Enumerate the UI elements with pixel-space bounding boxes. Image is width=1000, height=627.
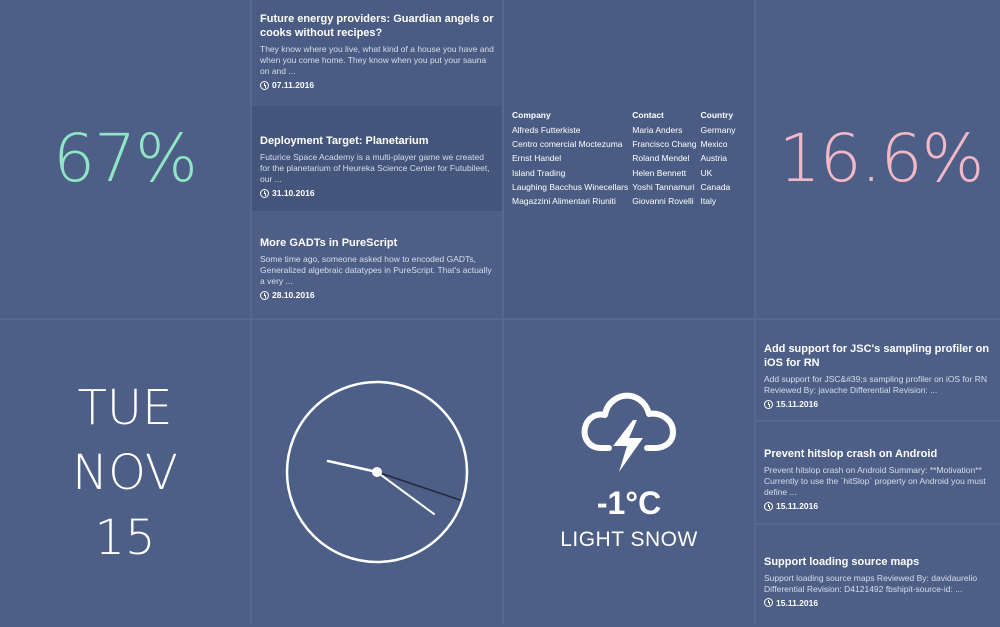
commit-date-text: 15.11.2016 — [776, 597, 819, 608]
commit-date: 15.11.2016 — [764, 598, 998, 608]
date-tile: TUE NOV 15 — [0, 320, 250, 627]
cell-company: Centro comercial Moctezuma — [512, 138, 623, 149]
commit-message: Support loading source maps Reviewed By:… — [764, 572, 978, 594]
stat-tile-left: 67% — [0, 0, 250, 318]
commit-title: Add support for JSC's sampling profiler … — [764, 343, 990, 369]
clock-hour-hand — [326, 459, 379, 474]
weather-tile: -1°C LIGHT SNOW — [504, 320, 754, 627]
table-row: Laughing Bacchus Winecellars Yoshi Tanna… — [512, 181, 739, 195]
news-date: 07.11.2016 — [260, 80, 494, 90]
weather-condition: LIGHT SNOW — [560, 528, 698, 551]
news-date: 31.10.2016 — [260, 188, 494, 198]
news-date: 28.10.2016 — [260, 290, 494, 300]
clock-icon — [764, 598, 773, 608]
clock-center — [372, 467, 382, 477]
date-day: 15 — [94, 510, 156, 566]
stat-tile-right: 16.6% — [756, 0, 1000, 318]
cell-contact: Giovanni Rovelli — [632, 196, 694, 207]
cell-company: Ernst Handel — [512, 153, 562, 164]
dashboard-grid: 67% Future energy providers: Guardian an… — [0, 0, 1000, 627]
column-header-company: Company — [512, 109, 551, 120]
commit-item[interactable]: Support loading source maps Support load… — [756, 524, 1000, 627]
cloud-lightning-icon — [581, 392, 676, 472]
date-weekday: TUE — [77, 380, 173, 436]
clock-icon — [260, 290, 269, 300]
news-title: More GADTs in PureScript — [260, 237, 398, 249]
news-item[interactable]: More GADTs in PureScript Some time ago, … — [252, 211, 502, 318]
column-header-country: Country — [700, 109, 734, 120]
clock-icon — [764, 501, 773, 511]
clock-icon — [260, 188, 269, 198]
cell-country: Austria — [700, 153, 727, 164]
cell-company: Magazzini Alimentari Riuniti — [512, 196, 616, 207]
clock-icon — [260, 80, 269, 90]
news-date-text: 28.10.2016 — [272, 290, 315, 300]
percent-right: 16.6% — [778, 120, 985, 197]
cell-country: Germany — [700, 124, 736, 135]
cell-contact: Francisco Chang — [632, 138, 697, 149]
news-item[interactable]: Deployment Target: Planetarium Futurice … — [252, 106, 502, 211]
table-header-row: Company Contact Country — [512, 109, 739, 124]
customers-table-tile: Company Contact Country Alfreds Futterki… — [504, 0, 754, 318]
commits-tile: Add support for JSC's sampling profiler … — [756, 320, 1000, 627]
table-row: Centro comercial Moctezuma Francisco Cha… — [512, 138, 739, 152]
commit-date: 15.11.2016 — [764, 501, 998, 511]
analog-clock — [285, 380, 469, 564]
commit-date: 15.11.2016 — [764, 399, 998, 409]
commit-item[interactable]: Add support for JSC's sampling profiler … — [756, 320, 1000, 421]
commit-message: Add support for JSC&#39;s sampling profi… — [764, 374, 987, 395]
customers-table: Company Contact Country Alfreds Futterki… — [512, 109, 739, 210]
cell-contact: Maria Anders — [632, 124, 683, 135]
clock-minute-hand — [376, 471, 435, 515]
cell-contact: Helen Bennett — [632, 167, 687, 178]
column-header-contact: Contact — [632, 109, 664, 120]
news-excerpt: Futurice Space Academy is a multi-player… — [260, 152, 490, 184]
clock-icon — [764, 399, 773, 409]
cell-contact: Roland Mendel — [632, 153, 690, 164]
news-date-text: 07.11.2016 — [272, 80, 315, 90]
cell-contact: Yoshi Tannamuri — [632, 181, 695, 192]
cell-country: Canada — [700, 181, 731, 192]
cell-company: Alfreds Futterkiste — [512, 124, 581, 135]
commit-item[interactable]: Prevent hitslop crash on Android Prevent… — [756, 422, 1000, 523]
cell-country: Italy — [700, 196, 717, 207]
news-title: Deployment Target: Planetarium — [260, 135, 429, 147]
commit-date-text: 15.11.2016 — [776, 399, 819, 409]
clock-second-hand — [376, 471, 461, 501]
date-month: NOV — [72, 445, 178, 501]
commit-title: Prevent hitslop crash on Android — [764, 448, 938, 461]
table-row: Magazzini Alimentari Riuniti Giovanni Ro… — [512, 195, 739, 209]
analog-clock-tile — [252, 320, 502, 627]
news-date-text: 31.10.2016 — [272, 188, 315, 198]
table-row: Ernst Handel Roland Mendel Austria — [512, 153, 739, 167]
news-item[interactable]: Future energy providers: Guardian angels… — [252, 0, 502, 106]
commit-date-text: 15.11.2016 — [776, 501, 819, 512]
news-tile: Future energy providers: Guardian angels… — [252, 0, 502, 318]
cell-country: Mexico — [700, 138, 728, 149]
table-row: Alfreds Futterkiste Maria Anders Germany — [512, 124, 739, 138]
news-excerpt: Some time ago, someone asked how to enco… — [260, 254, 492, 286]
percent-left: 67% — [53, 120, 198, 197]
news-excerpt: They know where you live, what kind of a… — [260, 44, 494, 76]
news-title: Future energy providers: Guardian angels… — [260, 13, 494, 39]
cell-country: UK — [700, 167, 713, 178]
weather-temperature: -1°C — [596, 485, 662, 521]
cell-company: Island Trading — [512, 167, 566, 178]
cell-company: Laughing Bacchus Winecellars — [512, 181, 629, 192]
commit-title: Support loading source maps — [764, 555, 920, 568]
commit-message: Prevent hitslop crash on Android Summary… — [764, 465, 986, 498]
table-row: Island Trading Helen Bennett UK — [512, 167, 739, 181]
